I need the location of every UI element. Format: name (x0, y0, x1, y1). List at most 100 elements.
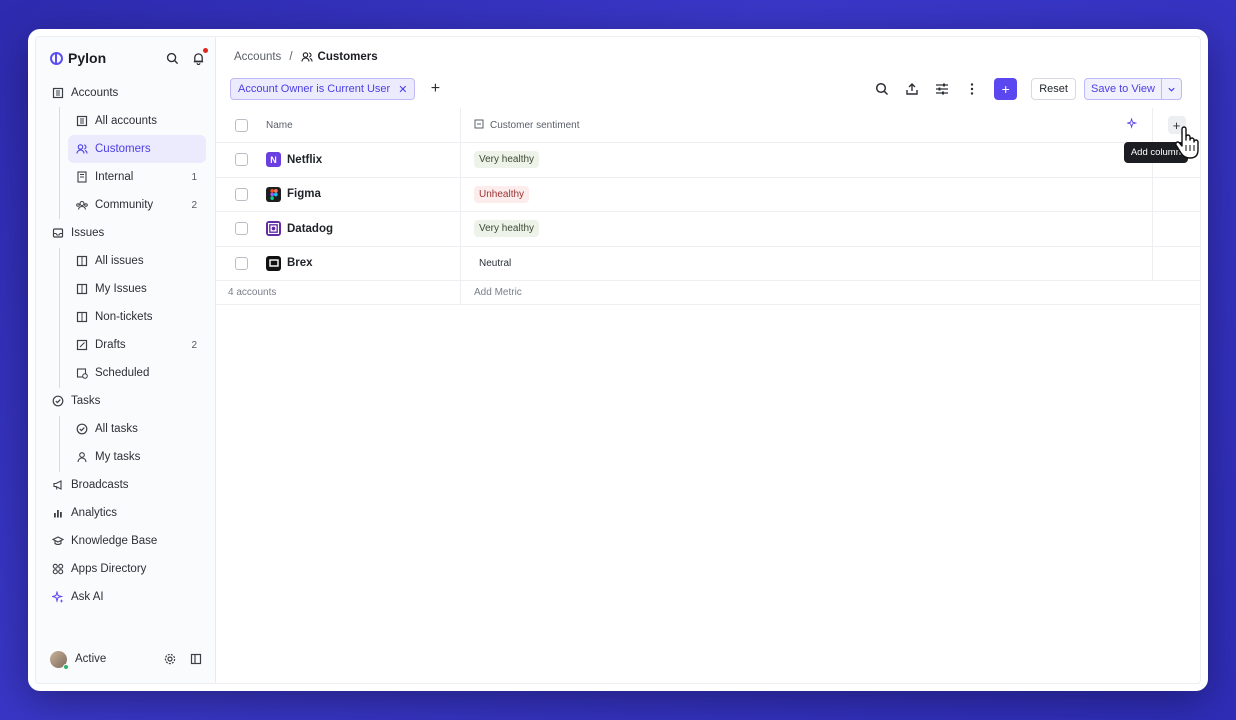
sidebar-item-knowledge-base[interactable]: Knowledge Base (36, 527, 216, 555)
status-label[interactable]: Active (75, 653, 106, 665)
sentiment-cell[interactable]: Neutral (461, 246, 1153, 280)
sidebar-item-issues[interactable]: Issues (36, 219, 216, 247)
sentiment-cell[interactable]: Unhealthy (461, 177, 1153, 211)
status-dot (63, 663, 69, 670)
calendar-clock-icon (76, 367, 88, 379)
table-row[interactable]: Datadog Very healthy (216, 212, 1200, 247)
empty-cell (1153, 212, 1200, 246)
create-button[interactable]: + (994, 78, 1018, 100)
reset-button[interactable]: Reset (1031, 78, 1076, 100)
row-checkbox[interactable] (234, 256, 248, 270)
name-cell[interactable]: N Netflix (266, 143, 461, 177)
sidebar-item-community[interactable]: Community 2 (36, 191, 216, 219)
collapse-sidebar-icon[interactable] (189, 652, 203, 666)
more-options-icon[interactable] (964, 81, 980, 97)
columns-icon (76, 283, 88, 295)
row-checkbox[interactable] (234, 222, 248, 236)
building-icon (52, 87, 64, 99)
users-icon (76, 143, 88, 155)
save-to-view-label: Save to View (1090, 83, 1155, 95)
row-check-cell (216, 256, 266, 270)
sidebar-item-count: 2 (191, 199, 197, 211)
name-cell[interactable]: Datadog (266, 212, 461, 246)
sentiment-badge: Very healthy (474, 151, 540, 169)
apps-icon (52, 563, 64, 575)
sentiment-cell[interactable]: Very healthy (461, 143, 1153, 177)
sidebar-item-customers[interactable]: Customers (68, 135, 206, 163)
name-cell[interactable]: Figma (266, 177, 461, 211)
save-to-view-button[interactable]: Save to View (1083, 78, 1182, 100)
sidebar-item-accounts[interactable]: Accounts (36, 79, 216, 107)
table-row[interactable]: Figma Unhealthy (216, 177, 1200, 212)
sentiment-cell[interactable]: Very healthy (461, 212, 1153, 246)
filter-chip[interactable]: Account Owner is Current User ✕ (230, 78, 416, 100)
sidebar-item-scheduled[interactable]: Scheduled (36, 359, 216, 387)
row-checkbox[interactable] (234, 153, 248, 167)
column-header-sentiment[interactable]: Customer sentiment (461, 108, 1153, 142)
sidebar-item-my-tasks[interactable]: My tasks (36, 443, 216, 471)
sidebar: Pylon Accounts All accounts Customers In… (36, 37, 216, 683)
account-name[interactable]: Brex (287, 257, 313, 269)
sidebar-item-broadcasts[interactable]: Broadcasts (36, 471, 216, 499)
select-all-checkbox[interactable] (234, 118, 248, 132)
netflix-logo-icon: N (266, 152, 281, 168)
office-icon (76, 171, 88, 183)
search-icon[interactable] (165, 51, 179, 65)
account-name[interactable]: Figma (287, 188, 321, 200)
sidebar-item-label: Accounts (71, 87, 119, 99)
sidebar-item-all-issues[interactable]: All issues (36, 247, 216, 275)
sidebar-item-non-tickets[interactable]: Non-tickets (36, 303, 216, 331)
add-filter-button[interactable]: + (427, 80, 443, 98)
sidebar-item-all-accounts[interactable]: All accounts (36, 107, 216, 135)
account-name[interactable]: Netflix (287, 154, 322, 166)
hand-cursor-icon (1175, 126, 1199, 159)
column-header-label: Customer sentiment (490, 119, 580, 131)
column-header-name[interactable]: Name (266, 108, 461, 142)
figma-logo-icon (266, 186, 281, 202)
chevron-down-icon[interactable] (1161, 79, 1181, 99)
sidebar-item-ask-ai[interactable]: Ask AI (36, 583, 216, 611)
select-all-cell (216, 118, 266, 132)
sidebar-item-internal[interactable]: Internal 1 (36, 163, 216, 191)
sliders-icon[interactable] (934, 81, 950, 97)
breadcrumb-current-label: Customers (317, 51, 378, 63)
bell-icon[interactable] (191, 48, 208, 65)
sidebar-item-my-issues[interactable]: My Issues (36, 275, 216, 303)
export-icon[interactable] (904, 81, 920, 97)
accounts-table: Name Customer sentiment + N Netflix Very… (216, 108, 1200, 305)
search-icon[interactable] (874, 81, 890, 97)
sidebar-item-label: Ask AI (71, 591, 104, 603)
sidebar-item-label: Analytics (71, 507, 118, 519)
close-icon[interactable]: ✕ (398, 83, 407, 96)
filter-bar: Account Owner is Current User ✕ + + Rese… (230, 78, 1182, 100)
brand[interactable]: Pylon (50, 50, 106, 66)
sidebar-item-apps-directory[interactable]: Apps Directory (36, 555, 216, 583)
avatar[interactable] (50, 650, 69, 670)
table-row[interactable]: Brex Neutral (216, 246, 1200, 281)
sidebar-item-all-tasks[interactable]: All tasks (36, 415, 216, 443)
sidebar-item-tasks[interactable]: Tasks (36, 387, 216, 415)
table-row[interactable]: N Netflix Very healthy (216, 143, 1200, 178)
settings-icon[interactable] (163, 652, 177, 666)
sidebar-item-analytics[interactable]: Analytics (36, 499, 216, 527)
sidebar-item-label: All accounts (95, 115, 158, 127)
name-cell[interactable]: Brex (266, 246, 461, 280)
columns-icon (76, 255, 88, 267)
row-checkbox[interactable] (234, 187, 248, 201)
table-header: Name Customer sentiment + (216, 108, 1200, 143)
breadcrumb-parent[interactable]: Accounts (234, 51, 281, 63)
row-check-cell (216, 187, 266, 201)
sentiment-badge: Unhealthy (474, 185, 530, 203)
draft-icon (76, 339, 88, 351)
toolbar: + Reset Save to View (874, 78, 1182, 100)
empty-cell (1153, 178, 1200, 212)
sidebar-item-drafts[interactable]: Drafts 2 (36, 331, 216, 359)
add-metric-button[interactable]: Add Metric (461, 287, 522, 298)
megaphone-icon (52, 479, 64, 491)
sidebar-item-label: Broadcasts (71, 479, 129, 491)
sidebar-item-label: My Issues (95, 283, 147, 295)
account-name[interactable]: Datadog (287, 223, 333, 235)
check-circle-icon (76, 423, 88, 435)
sparkle-icon[interactable] (1125, 117, 1138, 132)
main-content: Accounts / Customers Account Owner is Cu… (216, 37, 1200, 683)
